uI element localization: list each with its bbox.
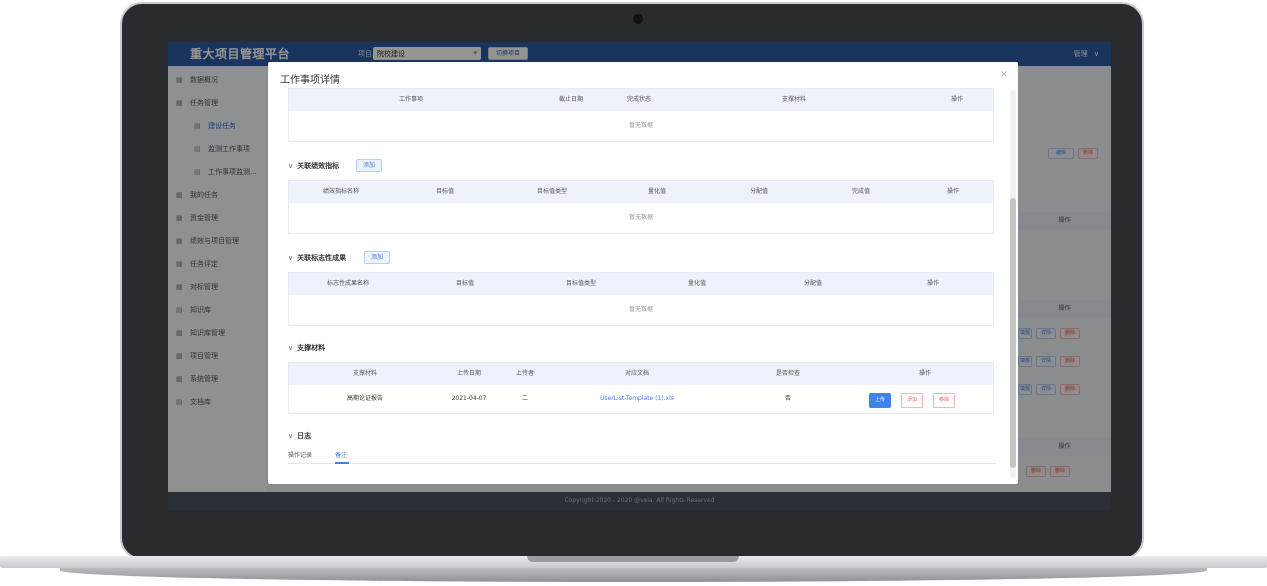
materials-section-toggle[interactable]: ∨ 支撑材料 xyxy=(288,343,325,353)
close-icon[interactable]: × xyxy=(1000,69,1008,80)
log-section-toggle[interactable]: ∨ 日志 xyxy=(288,431,311,441)
document-link[interactable]: UserList-Template (1).xls xyxy=(553,385,721,413)
chevron-down-icon: ∨ xyxy=(288,254,294,262)
log-tabs: 操作记录 备注 xyxy=(288,450,996,464)
laptop-notch xyxy=(527,556,739,562)
work-item-detail-modal: 工作事项详情 × 工作事项 截止日期 完成状态 支撑材料 操作 暂无数据 ∨ 关联… xyxy=(268,62,1018,484)
tab-remarks[interactable]: 备注 xyxy=(335,450,347,459)
uploader: 二 xyxy=(521,395,528,402)
kpi-table: 绩效指标名称 目标值 目标值类型 量化值 分配值 完成值 操作 暂无数据 xyxy=(288,180,994,234)
active-tab-indicator xyxy=(335,462,349,464)
milestone-section-toggle[interactable]: ∨ 关联标志性成果 xyxy=(288,253,346,263)
table-row: 高期论证报告 2021-04-07 二 UserList-Template (1… xyxy=(289,385,993,413)
table-header: 绩效指标名称 目标值 目标值类型 量化值 分配值 完成值 操作 xyxy=(289,181,993,203)
screen: 重大项目管理平台 项目 院校建设 ▾ 切换项目 管理 ∨ ▦ 数据概况 ▦ 任务管理… xyxy=(168,42,1111,510)
milestone-table: 标志性成果名称 目标值 目标值类型 量化值 分配值 操作 暂无数据 xyxy=(288,272,994,326)
modal-scrollbar[interactable] xyxy=(1010,90,1016,478)
empty-state: 暂无数据 xyxy=(628,214,653,221)
work-items-table: 工作事项 截止日期 完成状态 支撑材料 操作 暂无数据 xyxy=(288,88,994,142)
laptop-base xyxy=(0,556,1267,586)
materials-table: 支撑材料 上传日期 上传者 对应文档 是否检查 操作 高期论证报告 2021-0… xyxy=(288,362,994,414)
empty-state: 暂无数据 xyxy=(628,122,653,129)
add-milestone-button[interactable]: 添加 xyxy=(364,251,391,264)
upload-button[interactable]: 上传 xyxy=(869,393,892,408)
tab-operation-log[interactable]: 操作记录 xyxy=(288,450,312,459)
table-header: 支撑材料 上传日期 上传者 对应文档 是否检查 操作 xyxy=(289,363,993,385)
add-kpi-button[interactable]: 添加 xyxy=(356,159,383,172)
checked-status: 否 xyxy=(784,395,791,402)
add-material-button[interactable]: 添加 xyxy=(901,393,924,408)
material-name: 高期论证报告 xyxy=(346,395,383,402)
upload-date: 2021-04-07 xyxy=(451,395,487,402)
empty-state: 暂无数据 xyxy=(628,306,653,313)
chevron-down-icon: ∨ xyxy=(288,344,294,352)
remove-material-button[interactable]: 移除 xyxy=(933,393,956,408)
laptop-mockup: 重大项目管理平台 项目 院校建设 ▾ 切换项目 管理 ∨ ▦ 数据概况 ▦ 任务管理… xyxy=(0,0,1267,586)
chevron-down-icon: ∨ xyxy=(288,432,294,440)
chevron-down-icon: ∨ xyxy=(288,162,294,170)
modal-title: 工作事项详情 xyxy=(280,75,340,86)
scrollbar-thumb[interactable] xyxy=(1010,198,1016,468)
table-header: 标志性成果名称 目标值 目标值类型 量化值 分配值 操作 xyxy=(289,273,993,295)
table-header: 工作事项 截止日期 完成状态 支撑材料 操作 xyxy=(289,89,993,111)
kpi-section-toggle[interactable]: ∨ 关联绩效指标 xyxy=(288,161,339,171)
camera-icon xyxy=(633,14,643,24)
